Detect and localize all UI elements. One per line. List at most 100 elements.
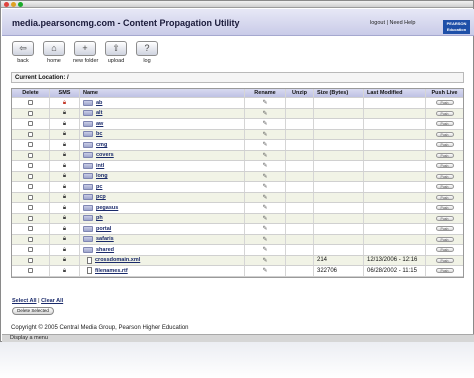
rename-icon[interactable]: ✎ [262, 141, 267, 148]
column-header-delete[interactable]: Delete [12, 89, 50, 97]
lock-icon[interactable]: 🔒︎ [63, 184, 66, 190]
delete-checkbox[interactable] [28, 184, 33, 190]
folder-icon[interactable] [83, 194, 93, 201]
file-name-link[interactable]: bc [96, 131, 102, 137]
rename-icon[interactable]: ✎ [262, 204, 267, 211]
push-live-button[interactable]: Push [435, 173, 454, 179]
toolbar-upload-button[interactable]: ⇧ upload [104, 41, 128, 64]
column-header-last-modified[interactable]: Last Modified [364, 89, 426, 97]
file-name-link[interactable]: crossdomain.xml [95, 257, 140, 263]
delete-selected-button[interactable]: Delete Selected [12, 307, 54, 315]
file-name-link[interactable]: alt [96, 110, 102, 116]
folder-icon[interactable] [83, 152, 93, 159]
rename-icon[interactable]: ✎ [262, 131, 267, 138]
lock-icon[interactable]: 🔒︎ [63, 152, 66, 158]
push-live-button[interactable]: Push [435, 257, 454, 263]
rename-icon[interactable]: ✎ [262, 173, 267, 180]
file-name-link[interactable]: ph [96, 215, 103, 221]
delete-checkbox[interactable] [28, 236, 33, 242]
rename-icon[interactable]: ✎ [262, 152, 267, 159]
lock-icon[interactable]: 🔒︎ [63, 215, 66, 221]
column-header-size[interactable]: Size (Bytes) [314, 89, 364, 97]
lock-icon[interactable]: 🔒︎ [63, 173, 66, 179]
delete-checkbox[interactable] [28, 152, 33, 158]
toolbar-home-button[interactable]: ⌂ home [42, 41, 66, 64]
folder-icon[interactable] [83, 173, 93, 180]
file-name-link[interactable]: ab [96, 100, 102, 106]
push-live-button[interactable]: Push [435, 152, 454, 158]
push-live-button[interactable]: Push [435, 247, 454, 253]
delete-checkbox[interactable] [28, 100, 33, 106]
column-header-unzip[interactable]: Unzip [286, 89, 314, 97]
rename-icon[interactable]: ✎ [262, 257, 267, 264]
push-live-button[interactable]: Push [435, 131, 454, 137]
push-live-button[interactable]: Push [435, 184, 454, 190]
lock-icon[interactable]: 🔒︎ [63, 257, 66, 263]
close-window-button[interactable] [4, 2, 9, 7]
file-name-link[interactable]: portal [96, 226, 111, 232]
column-header-push-live[interactable]: Push Live [426, 89, 463, 97]
push-live-button[interactable]: Push [435, 100, 454, 106]
column-header-name[interactable]: Name [80, 89, 245, 97]
delete-checkbox[interactable] [28, 194, 33, 200]
toolbar-back-button[interactable]: ⇦ back [11, 41, 35, 64]
file-name-link[interactable]: long [96, 173, 108, 179]
lock-icon[interactable]: 🔒︎ [63, 247, 66, 253]
lock-icon[interactable]: 🔒︎ [63, 194, 66, 200]
file-name-link[interactable]: safaris [96, 236, 114, 242]
lock-icon[interactable]: 🔒︎ [63, 236, 66, 242]
push-live-button[interactable]: Push [435, 110, 454, 116]
column-header-rename[interactable]: Rename [245, 89, 286, 97]
push-live-button[interactable]: Push [435, 226, 454, 232]
lock-icon[interactable]: 🔒︎ [63, 163, 66, 169]
rename-icon[interactable]: ✎ [262, 183, 267, 190]
delete-checkbox[interactable] [28, 121, 33, 127]
clear-all-link[interactable]: Clear All [41, 298, 63, 304]
need-help-link[interactable]: Need Help [390, 20, 416, 26]
lock-icon[interactable]: 🔒︎ [63, 121, 66, 127]
folder-icon[interactable] [83, 120, 93, 127]
rename-icon[interactable]: ✎ [262, 99, 267, 106]
delete-checkbox[interactable] [28, 247, 33, 253]
logout-link[interactable]: logout [370, 20, 385, 26]
file-name-link[interactable]: filenames.rtf [95, 268, 128, 274]
folder-icon[interactable] [83, 225, 93, 232]
folder-icon[interactable] [83, 204, 93, 211]
rename-icon[interactable]: ✎ [262, 267, 267, 274]
file-name-link[interactable]: cmg [96, 142, 107, 148]
push-live-button[interactable]: Push [435, 236, 454, 242]
delete-checkbox[interactable] [28, 257, 33, 263]
file-name-link[interactable]: pegasus [96, 205, 118, 211]
file-icon[interactable] [87, 267, 92, 275]
push-live-button[interactable]: Push [435, 215, 454, 221]
delete-checkbox[interactable] [28, 163, 33, 169]
push-live-button[interactable]: Push [435, 142, 454, 148]
maximize-window-button[interactable] [18, 2, 23, 7]
folder-icon[interactable] [83, 110, 93, 117]
file-name-link[interactable]: pc [96, 184, 102, 190]
minimize-window-button[interactable] [11, 2, 16, 7]
push-live-button[interactable]: Push [435, 194, 454, 200]
delete-checkbox[interactable] [28, 173, 33, 179]
folder-icon[interactable] [83, 131, 93, 138]
select-all-link[interactable]: Select All [12, 298, 37, 304]
rename-icon[interactable]: ✎ [262, 162, 267, 169]
toolbar-log-button[interactable]: ? log [135, 41, 159, 64]
folder-icon[interactable] [83, 236, 93, 243]
delete-checkbox[interactable] [28, 131, 33, 137]
lock-icon[interactable]: 🔒︎ [63, 268, 66, 274]
file-name-link[interactable]: aw [96, 121, 103, 127]
lock-icon[interactable]: 🔒︎ [63, 110, 66, 116]
lock-icon[interactable]: 🔒︎ [63, 142, 66, 148]
folder-icon[interactable] [83, 215, 93, 222]
rename-icon[interactable]: ✎ [262, 246, 267, 253]
file-name-link[interactable]: pcp [96, 194, 106, 200]
rename-icon[interactable]: ✎ [262, 215, 267, 222]
file-name-link[interactable]: shared [96, 247, 114, 253]
column-header-sms[interactable]: SMS [50, 89, 80, 97]
file-name-link[interactable]: intl [96, 163, 104, 169]
folder-icon[interactable] [83, 141, 93, 148]
lock-icon[interactable]: 🔒︎ [63, 131, 66, 137]
rename-icon[interactable]: ✎ [262, 120, 267, 127]
folder-icon[interactable] [83, 246, 93, 253]
